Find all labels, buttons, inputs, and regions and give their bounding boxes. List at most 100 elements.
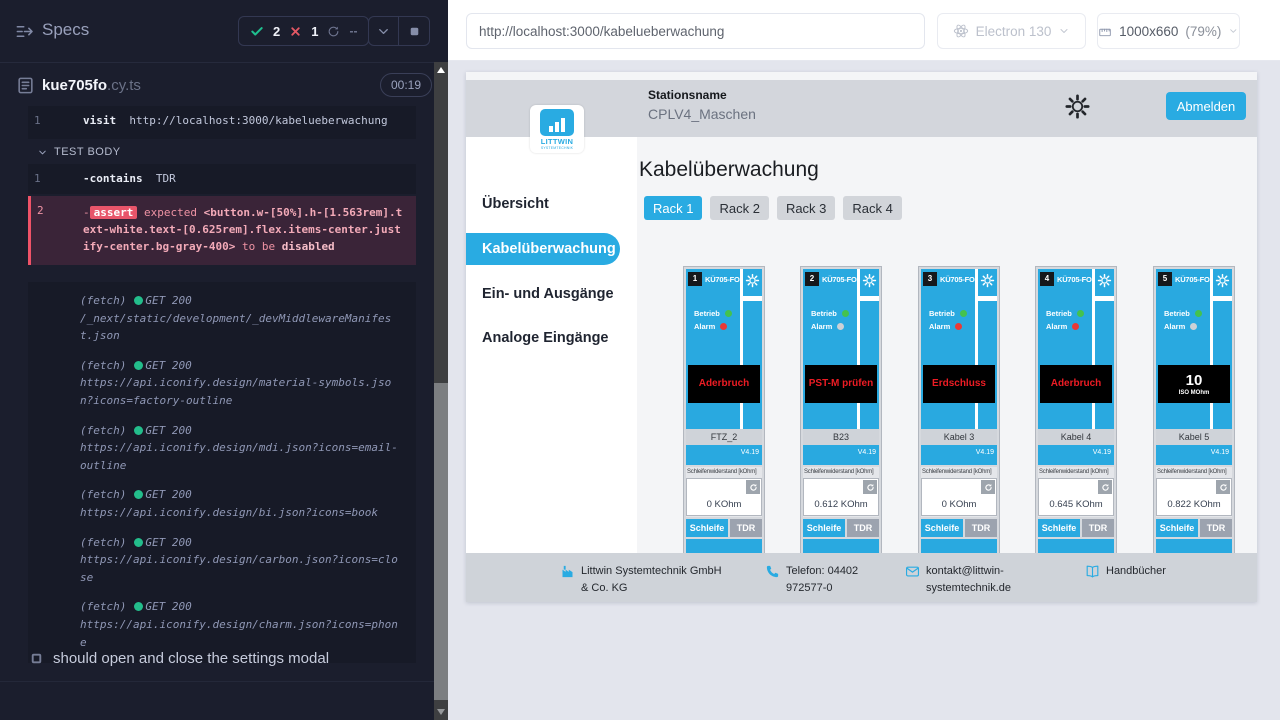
- pending-test-row[interactable]: should open and close the settings modal: [30, 650, 329, 667]
- tab-rack-1[interactable]: Rack 1: [644, 196, 702, 220]
- device-card-1: 1 KÜ705-FO Betrieb Alarm Aderbruch FTZ_2…: [683, 266, 765, 572]
- scroll-down-arrow[interactable]: [437, 709, 445, 715]
- schleife-button[interactable]: Schleife: [686, 519, 728, 537]
- schleife-button[interactable]: Schleife: [1156, 519, 1198, 537]
- tdr-button[interactable]: TDR: [1200, 519, 1232, 537]
- sidebar-item-uebersicht[interactable]: Übersicht: [482, 196, 549, 212]
- card-gear-icon[interactable]: [1097, 273, 1112, 288]
- logo-text: LITTWIN: [530, 137, 584, 146]
- refresh-icon: [1101, 483, 1110, 492]
- alarm-led: [837, 323, 844, 330]
- divider: [0, 681, 448, 682]
- firmware-version: V4.19: [976, 449, 994, 456]
- tab-rack-3[interactable]: Rack 3: [777, 196, 835, 220]
- fetch-log-entry[interactable]: (fetch)GET 200https://api.iconify.design…: [80, 598, 402, 651]
- fetch-url: https://api.iconify.design/charm.json?ic…: [80, 618, 398, 649]
- sidebar-item-ein-ausgaenge[interactable]: Ein- und Ausgänge: [482, 286, 614, 302]
- pending-count: --: [349, 24, 357, 38]
- scroll-up-arrow[interactable]: [437, 67, 445, 73]
- sidebar-item-kabelueberwachung-active[interactable]: Kabelüberwachung: [466, 233, 620, 265]
- tdr-button[interactable]: TDR: [1082, 519, 1114, 537]
- assert-expected: expected: [144, 206, 197, 219]
- footer-phone[interactable]: Telefon: 04402 972577-0: [765, 563, 905, 597]
- logo-subtext: SYSTEMTECHNIK: [530, 146, 584, 150]
- alarm-led: [1190, 323, 1197, 330]
- sidebar-item-analoge-eingaenge[interactable]: Analoge Eingänge: [482, 330, 609, 346]
- app-footer: Littwin Systemtechnik GmbH & Co. KG Tele…: [466, 553, 1257, 602]
- refresh-button[interactable]: [981, 480, 995, 494]
- loop-resistance-box: 0.645 KOhm: [1038, 478, 1114, 516]
- logout-button[interactable]: Abmelden: [1166, 92, 1246, 120]
- device-card-5: 5 KÜ705-FO Betrieb Alarm 10ISO MOhm Kabe…: [1153, 266, 1235, 572]
- card-gear-icon[interactable]: [1215, 273, 1230, 288]
- refresh-button[interactable]: [746, 480, 760, 494]
- settings-gear-icon[interactable]: [1064, 93, 1091, 120]
- spec-duration-badge: 00:19: [380, 73, 432, 97]
- footer-manuals-link[interactable]: Handbücher: [1085, 563, 1166, 580]
- browser-selector[interactable]: Electron 130: [937, 13, 1086, 49]
- schleife-button[interactable]: Schleife: [1038, 519, 1080, 537]
- stop-button[interactable]: [399, 16, 430, 46]
- card-model: KÜ705-FO: [822, 275, 857, 284]
- card-gear-icon[interactable]: [745, 273, 760, 288]
- app-header-bar: [466, 80, 1257, 137]
- tab-rack-2[interactable]: Rack 2: [710, 196, 768, 220]
- reporter-scrollbar[interactable]: [434, 62, 448, 720]
- scrollbar-thumb[interactable]: [434, 383, 448, 700]
- assert-tobe: to be: [242, 240, 275, 253]
- cable-label: FTZ_2: [686, 429, 762, 445]
- fetch-log-entry[interactable]: (fetch)GET 200https://api.iconify.design…: [80, 357, 402, 410]
- factory-icon: [560, 564, 575, 579]
- passed-count: 2: [273, 24, 280, 39]
- betrieb-led: [725, 310, 732, 317]
- refresh-button[interactable]: [1216, 480, 1230, 494]
- command-visit[interactable]: 1 visit http://localhost:3000/kabelueber…: [28, 106, 416, 139]
- loop-resistance-value: 0.612 KOhm: [804, 499, 878, 510]
- refresh-button[interactable]: [863, 480, 877, 494]
- command-contains[interactable]: 1 -contains TDR: [28, 164, 416, 194]
- spec-file-row[interactable]: kue705fo.cy.ts 00:19: [0, 63, 434, 107]
- runner-toolbar: Electron 130 1000x660 (79%): [448, 0, 1280, 61]
- card-number: 4: [1040, 272, 1054, 286]
- fetch-log-entry[interactable]: (fetch)GET 200https://api.iconify.design…: [80, 422, 402, 475]
- alarm-led: [1072, 323, 1079, 330]
- fetch-log-entry[interactable]: (fetch)GET 200https://api.iconify.design…: [80, 486, 402, 521]
- spec-file-icon: [16, 76, 35, 95]
- test-stats: 2 1 --: [238, 16, 369, 46]
- chevron-down-icon: [37, 147, 48, 158]
- footer-email[interactable]: kontakt@littwin-systemtechnik.de: [905, 563, 1045, 597]
- viewport-selector[interactable]: 1000x660 (79%): [1097, 13, 1240, 49]
- collapse-button[interactable]: [368, 16, 399, 46]
- tdr-button[interactable]: TDR: [965, 519, 997, 537]
- command-assert-failed[interactable]: 2 -assert expected <button.w-[50%].h-[1.…: [28, 196, 416, 265]
- viewport-size: 1000x660: [1119, 24, 1178, 39]
- command-message: TDR: [156, 172, 176, 185]
- fetch-log-block: (fetch)GET 200/_next/static/development/…: [28, 282, 416, 663]
- command-name: -contains: [83, 172, 143, 185]
- schleife-button[interactable]: Schleife: [921, 519, 963, 537]
- status-ok-dot: [134, 426, 143, 435]
- test-body-toggle[interactable]: TEST BODY: [37, 146, 121, 158]
- specs-list-icon[interactable]: [15, 22, 34, 41]
- footer-company: Littwin Systemtechnik GmbH & Co. KG: [560, 563, 738, 597]
- ruler-icon: [1098, 23, 1112, 39]
- device-card-2: 2 KÜ705-FO Betrieb Alarm PST-M prüfen B2…: [800, 266, 882, 572]
- specs-title[interactable]: Specs: [42, 20, 89, 40]
- tdr-button[interactable]: TDR: [847, 519, 879, 537]
- card-display: Aderbruch: [1040, 365, 1112, 403]
- command-line-number: 2: [37, 204, 44, 217]
- schleife-button[interactable]: Schleife: [803, 519, 845, 537]
- url-input[interactable]: [466, 13, 925, 49]
- book-icon: [1085, 564, 1100, 579]
- tab-rack-4[interactable]: Rack 4: [843, 196, 901, 220]
- fetch-log-entry[interactable]: (fetch)GET 200/_next/static/development/…: [80, 292, 402, 345]
- fetch-log-entry[interactable]: (fetch)GET 200https://api.iconify.design…: [80, 534, 402, 587]
- card-gear-icon[interactable]: [862, 273, 877, 288]
- loop-resistance-value: 0 KOhm: [687, 499, 761, 510]
- spec-file-ext: .cy.ts: [107, 77, 141, 94]
- refresh-icon: [749, 483, 758, 492]
- spec-file-name: kue705fo.cy.ts: [42, 77, 141, 94]
- tdr-button[interactable]: TDR: [730, 519, 762, 537]
- refresh-button[interactable]: [1098, 480, 1112, 494]
- card-gear-icon[interactable]: [980, 273, 995, 288]
